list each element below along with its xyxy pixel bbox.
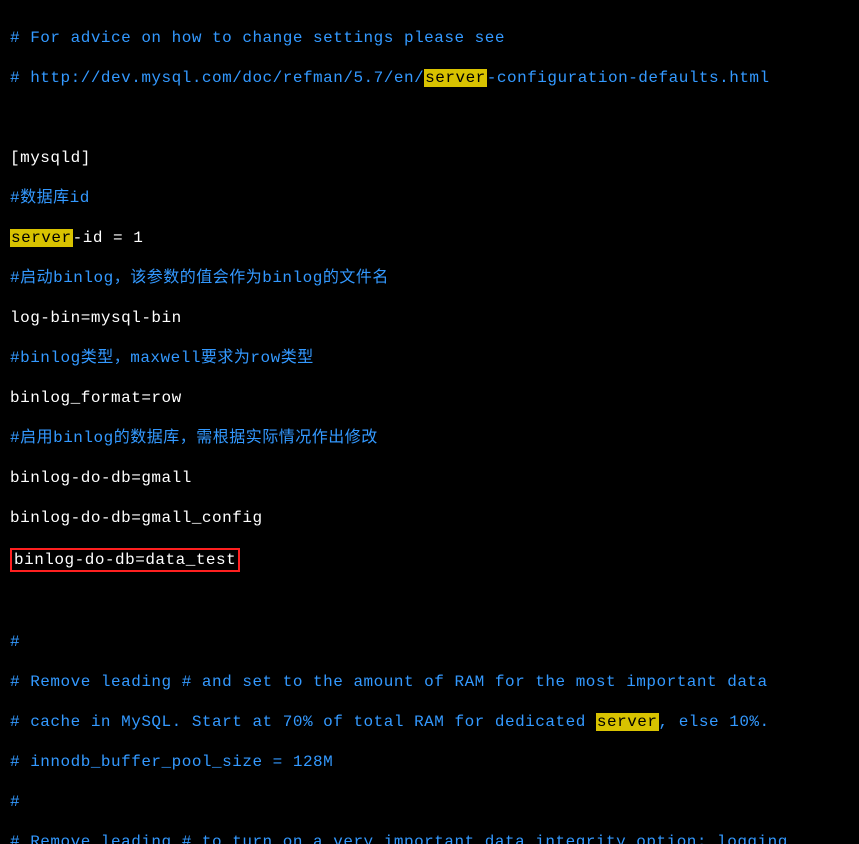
code-line: # Remove leading # and set to the amount… [10, 672, 849, 692]
config-value: binlog-do-db=gmall_config [10, 509, 263, 527]
comment-text: # [10, 793, 20, 811]
code-line: log-bin=mysql-bin [10, 308, 849, 328]
code-line: #启动binlog，该参数的值会作为binlog的文件名 [10, 268, 849, 288]
code-line: # [10, 632, 849, 652]
comment-text: #启用binlog的数据库，需根据实际情况作出修改 [10, 429, 378, 447]
code-line: # Remove leading # to turn on a very imp… [10, 832, 849, 844]
blank-line [10, 592, 849, 612]
code-line: #binlog类型，maxwell要求为row类型 [10, 348, 849, 368]
config-value: binlog_format=row [10, 389, 182, 407]
code-line: #数据库id [10, 188, 849, 208]
comment-text: #binlog类型，maxwell要求为row类型 [10, 349, 314, 367]
code-line: #启用binlog的数据库，需根据实际情况作出修改 [10, 428, 849, 448]
config-value: binlog-do-db=gmall [10, 469, 192, 487]
comment-text: # Remove leading # to turn on a very imp… [10, 833, 788, 844]
code-line: # http://dev.mysql.com/doc/refman/5.7/en… [10, 68, 849, 88]
code-line: binlog-do-db=gmall [10, 468, 849, 488]
highlight-server: server [596, 713, 659, 731]
code-line: [mysqld] [10, 148, 849, 168]
highlight-server: server [424, 69, 487, 87]
terminal-config-view: # For advice on how to change settings p… [0, 0, 859, 844]
blank-line [10, 108, 849, 128]
config-value: binlog-do-db=data_test [14, 551, 236, 569]
code-line: binlog_format=row [10, 388, 849, 408]
comment-text: # Remove leading # and set to the amount… [10, 673, 768, 691]
code-line: # [10, 792, 849, 812]
highlight-server: server [10, 229, 73, 247]
config-value: log-bin=mysql-bin [10, 309, 182, 327]
comment-text: , else 10%. [659, 713, 770, 731]
config-value: -id = 1 [73, 229, 144, 247]
highlight-box: binlog-do-db=data_test [10, 548, 240, 572]
code-line: binlog-do-db=data_test [10, 548, 849, 572]
code-line: # For advice on how to change settings p… [10, 28, 849, 48]
comment-text: #数据库id [10, 189, 90, 207]
section-header: [mysqld] [10, 149, 91, 167]
code-line: # innodb_buffer_pool_size = 128M [10, 752, 849, 772]
comment-text: #启动binlog，该参数的值会作为binlog的文件名 [10, 269, 389, 287]
code-line: # cache in MySQL. Start at 70% of total … [10, 712, 849, 732]
comment-text: # http://dev.mysql.com/doc/refman/5.7/en… [10, 69, 424, 87]
comment-text: -configuration-defaults.html [487, 69, 770, 87]
code-line: server-id = 1 [10, 228, 849, 248]
comment-text: # For advice on how to change settings p… [10, 29, 505, 47]
comment-text: # cache in MySQL. Start at 70% of total … [10, 713, 596, 731]
comment-text: # [10, 633, 20, 651]
code-line: binlog-do-db=gmall_config [10, 508, 849, 528]
comment-text: # innodb_buffer_pool_size = 128M [10, 753, 333, 771]
